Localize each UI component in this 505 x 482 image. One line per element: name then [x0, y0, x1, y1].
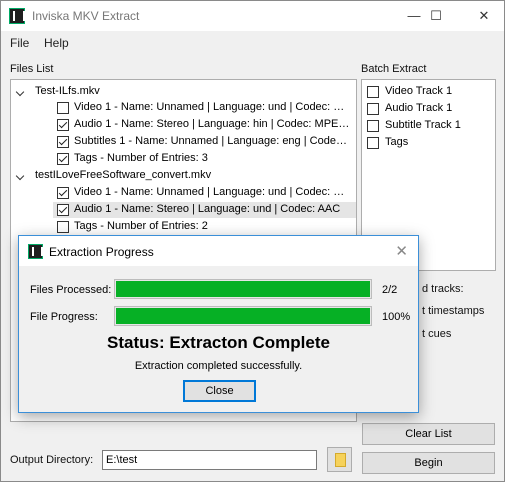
chevron-down-icon[interactable]: [15, 87, 25, 97]
track-label: Audio 1 - Name: Stereo | Language: und |…: [74, 203, 341, 215]
track-checkbox[interactable]: [57, 204, 69, 216]
title-bar: Inviska MKV Extract — ☐ ✕: [1, 1, 504, 31]
tree-track-row[interactable]: Video 1 - Name: Unnamed | Language: und …: [11, 185, 356, 201]
batch-extract-label: Batch Extract: [361, 63, 427, 75]
clear-list-button[interactable]: Clear List: [362, 423, 495, 445]
track-label: Tags - Number of Entries: 3: [74, 152, 208, 164]
file-progress-fill: [116, 308, 370, 324]
status-message: Extraction completed successfully.: [134, 360, 303, 372]
track-checkbox[interactable]: [57, 221, 69, 233]
begin-button[interactable]: Begin: [362, 452, 495, 474]
file-progress-value: 100%: [382, 311, 411, 323]
batch-checkbox[interactable]: [367, 86, 379, 98]
chevron-down-icon[interactable]: [15, 171, 25, 181]
files-list-label: Files List: [10, 63, 54, 75]
track-label: Tags - Number of Entries: 2: [74, 220, 208, 232]
track-label: Audio 1 - Name: Stereo | Language: hin |…: [74, 118, 351, 130]
dialog-title: Extraction Progress: [49, 245, 154, 259]
file-progress-bar: [114, 306, 372, 326]
track-checkbox[interactable]: [57, 119, 69, 131]
app-logo-icon: [9, 8, 25, 24]
track-checkbox[interactable]: [57, 136, 69, 148]
tree-track-row-selected[interactable]: Audio 1 - Name: Stereo | Language: und |…: [53, 202, 356, 218]
batch-item[interactable]: Audio Track 1: [362, 101, 495, 117]
dialog-close-icon[interactable]: ✕: [395, 242, 408, 260]
files-processed-label: Files Processed:: [30, 284, 112, 296]
dialog-title-bar: Extraction Progress ✕: [19, 236, 418, 266]
batch-item-label: Subtitle Track 1: [385, 119, 461, 131]
tree-track-row[interactable]: Tags - Number of Entries: 3: [11, 151, 356, 167]
batch-checkbox[interactable]: [367, 137, 379, 149]
batch-item[interactable]: Video Track 1: [362, 84, 495, 100]
files-processed-progress-fill: [116, 281, 370, 297]
status-heading: Status: Extracton Complete: [107, 333, 330, 352]
app-logo-icon: [28, 244, 43, 259]
file-progress-label: File Progress:: [30, 311, 98, 323]
track-checkbox[interactable]: [57, 187, 69, 199]
window-title: Inviska MKV Extract: [32, 9, 140, 23]
track-checkbox[interactable]: [57, 153, 69, 165]
batch-item[interactable]: Tags: [362, 135, 495, 151]
track-checkbox[interactable]: [57, 102, 69, 114]
files-processed-progress-bar: [114, 279, 372, 299]
tree-track-row[interactable]: Subtitles 1 - Name: Unnamed | Language: …: [11, 134, 356, 150]
batch-item-label: Video Track 1: [385, 85, 453, 97]
extract-tracks-label-fragment: d tracks:: [422, 283, 464, 295]
track-label: Video 1 - Name: Unnamed | Language: und …: [74, 101, 351, 113]
tree-track-row[interactable]: Tags - Number of Entries: 2: [11, 219, 356, 235]
menu-bar: File Help: [1, 32, 504, 54]
tree-track-row[interactable]: Video 1 - Name: Unnamed | Language: und …: [11, 100, 356, 116]
output-directory-input[interactable]: E:\test: [102, 450, 317, 470]
tree-file-row[interactable]: Test-ILfs.mkv: [11, 84, 356, 100]
output-directory-label: Output Directory:: [10, 454, 94, 466]
menu-file[interactable]: File: [10, 36, 29, 50]
maximize-button[interactable]: ☐: [418, 1, 454, 31]
batch-item[interactable]: Subtitle Track 1: [362, 118, 495, 134]
file-name: Test-ILfs.mkv: [35, 85, 100, 97]
cues-option-fragment[interactable]: t cues: [422, 328, 451, 340]
browse-folder-button[interactable]: [327, 447, 352, 472]
timestamps-option-fragment[interactable]: t timestamps: [422, 305, 484, 317]
tree-track-row[interactable]: Audio 1 - Name: Stereo | Language: hin |…: [11, 117, 356, 133]
batch-item-label: Tags: [385, 136, 409, 148]
batch-checkbox[interactable]: [367, 103, 379, 115]
close-window-button[interactable]: ✕: [466, 1, 502, 31]
files-processed-value: 2/2: [382, 284, 398, 296]
extraction-progress-dialog: Extraction Progress ✕ Files Processed: 2…: [18, 235, 419, 413]
folder-icon: [335, 453, 346, 467]
track-label: Video 1 - Name: Unnamed | Language: und …: [74, 186, 351, 198]
track-label: Subtitles 1 - Name: Unnamed | Language: …: [74, 135, 351, 147]
close-button[interactable]: Close: [183, 380, 256, 402]
batch-item-label: Audio Track 1: [385, 102, 453, 114]
file-name: testILoveFreeSoftware_convert.mkv: [35, 169, 212, 181]
tree-file-row[interactable]: testILoveFreeSoftware_convert.mkv: [11, 168, 356, 184]
menu-help[interactable]: Help: [44, 36, 69, 50]
batch-checkbox[interactable]: [367, 120, 379, 132]
